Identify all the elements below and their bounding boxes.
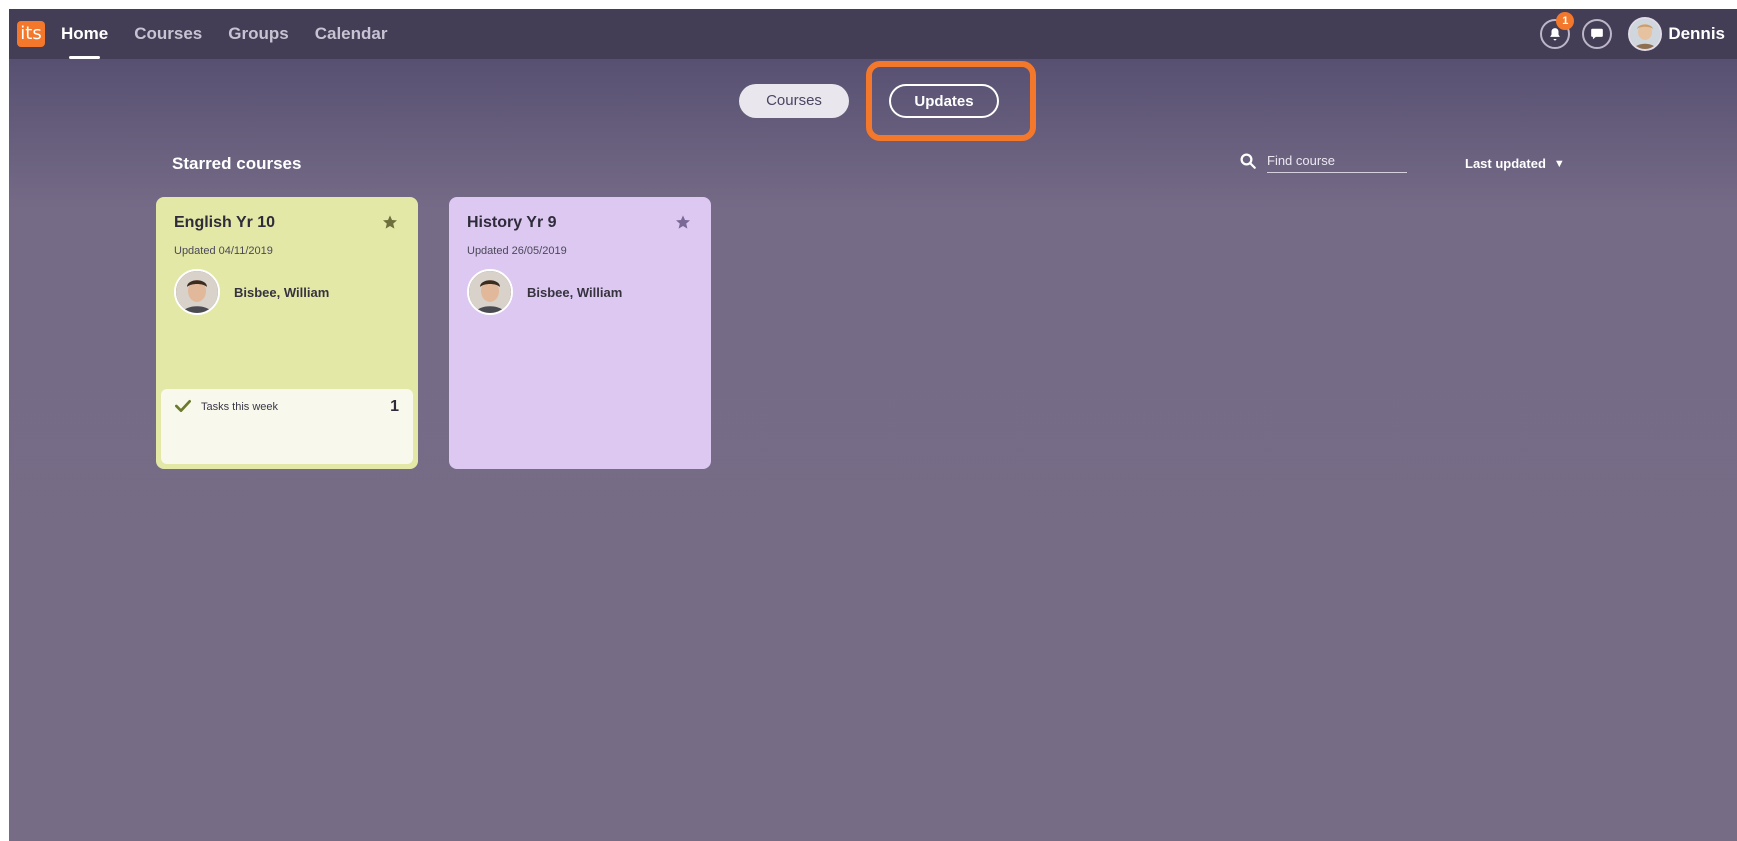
nav-item-home[interactable]: Home [61,9,108,59]
course-card-english[interactable]: English Yr 10 Updated 04/11/2019 Bisbee,… [156,197,418,469]
course-teacher: Bisbee, William [174,269,329,315]
sort-label: Last updated [1465,156,1546,171]
teacher-photo-icon [176,271,218,313]
notifications-button[interactable]: 1 [1540,12,1575,49]
nav-item-groups[interactable]: Groups [228,9,288,59]
teacher-photo-icon [469,271,511,313]
user-toolbar: 1 Dennis [1528,9,1725,59]
chat-bubble-icon [1591,28,1604,40]
nav-item-courses[interactable]: Courses [134,9,202,59]
top-navigation-bar: its Home Courses Groups Calendar 1 Denni… [9,9,1737,59]
app-logo[interactable]: its [17,21,45,47]
tasks-label: Tasks this week [201,401,279,413]
search-icon[interactable] [1239,152,1257,170]
course-search [1239,149,1407,173]
course-title: English Yr 10 [174,214,276,231]
checkmark-icon [175,400,191,412]
main-nav: Home Courses Groups Calendar [61,9,413,59]
course-card-history[interactable]: History Yr 9 Updated 26/05/2019 Bisbee, … [449,197,711,469]
tasks-count: 1 [390,398,399,415]
user-avatar[interactable] [1628,17,1663,51]
course-updated-date: Updated 04/11/2019 [174,245,273,257]
teacher-name: Bisbee, William [234,284,330,300]
notification-count-badge: 1 [1556,12,1575,30]
find-course-input[interactable] [1267,149,1407,173]
courses-view-button[interactable]: Courses [739,84,849,118]
user-photo-icon [1630,19,1661,49]
teacher-avatar [174,269,220,315]
teacher-avatar [467,269,513,315]
course-title: History Yr 9 [467,214,557,231]
course-updated-date: Updated 26/05/2019 [467,245,567,257]
nav-item-calendar[interactable]: Calendar [315,9,388,59]
user-name[interactable]: Dennis [1668,24,1725,44]
app-window: its Home Courses Groups Calendar 1 Denni… [9,9,1737,841]
course-teacher: Bisbee, William [467,269,622,315]
caret-down-icon: ▼ [1553,157,1565,170]
updates-highlight-outline [866,61,1036,141]
star-icon[interactable] [382,214,398,230]
star-icon[interactable] [675,214,691,230]
teacher-name: Bisbee, William [527,284,623,300]
messages-button[interactable] [1582,19,1613,49]
section-title: Starred courses [172,154,302,173]
sort-dropdown[interactable]: Last updated ▼ [1465,156,1565,171]
tasks-this-week-panel[interactable]: Tasks this week 1 [161,389,413,464]
